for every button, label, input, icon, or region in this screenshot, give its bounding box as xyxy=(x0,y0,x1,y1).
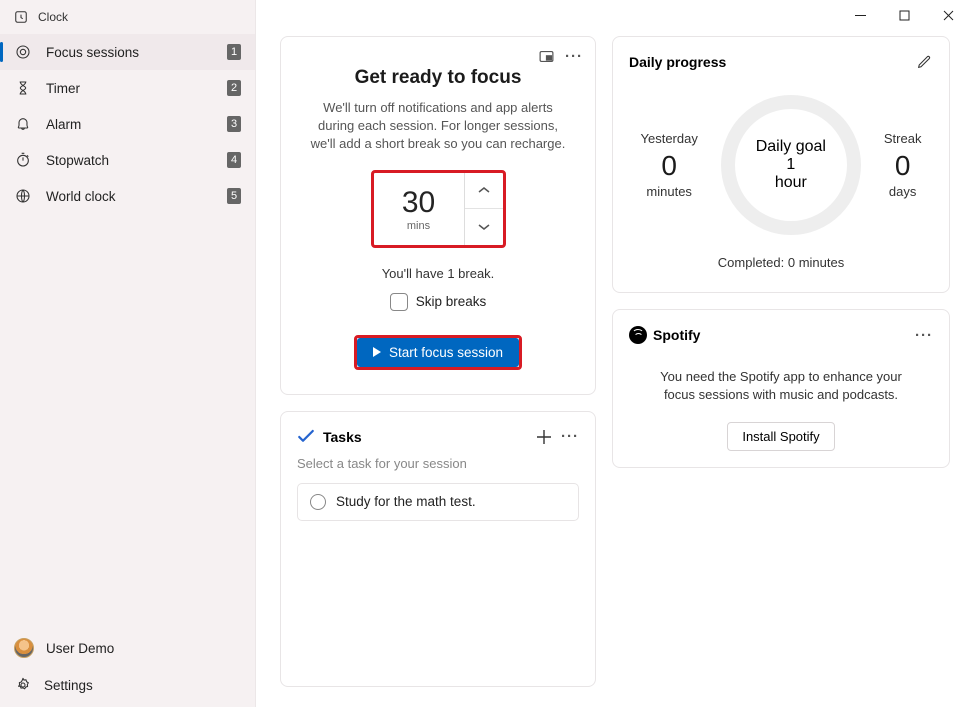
tasks-card: Tasks Select a task for your session Stu… xyxy=(280,411,596,687)
focus-subtitle: We'll turn off notifications and app ale… xyxy=(297,99,579,154)
duration-stepper: 30 mins xyxy=(371,170,506,248)
task-radio[interactable] xyxy=(310,494,326,510)
focus-card: Get ready to focus We'll turn off notifi… xyxy=(280,36,596,395)
gear-icon xyxy=(14,676,32,694)
sidebar: Clock Focus sessions 1 Timer 2 xyxy=(0,0,256,707)
skip-breaks-checkbox[interactable] xyxy=(390,293,408,311)
focus-sessions-icon xyxy=(14,43,32,61)
sidebar-bottom: User Demo Settings xyxy=(0,629,255,707)
streak-label: Streak xyxy=(884,131,922,146)
edit-daily-goal-button[interactable] xyxy=(915,53,933,71)
spotify-card: Spotify You need the Spotify app to enha… xyxy=(612,309,950,468)
shortcut-badge: 3 xyxy=(227,116,241,132)
sidebar-item-focus-sessions[interactable]: Focus sessions 1 xyxy=(0,34,255,70)
sidebar-item-settings[interactable]: Settings xyxy=(0,667,255,703)
sidebar-items: Focus sessions 1 Timer 2 Alarm 3 xyxy=(0,34,255,629)
spotify-brand-text: Spotify xyxy=(653,327,700,343)
tasks-title: Tasks xyxy=(323,429,362,445)
alarm-icon xyxy=(14,115,32,133)
sidebar-item-label: Stopwatch xyxy=(46,153,109,168)
daily-progress-title: Daily progress xyxy=(629,54,726,70)
sidebar-item-stopwatch[interactable]: Stopwatch 4 xyxy=(0,142,255,178)
minimize-button[interactable] xyxy=(838,0,882,30)
skip-breaks-row: Skip breaks xyxy=(297,293,579,311)
task-text: Study for the math test. xyxy=(336,494,476,509)
completed-text: Completed: 0 minutes xyxy=(629,255,933,270)
sidebar-item-label: Timer xyxy=(46,81,80,96)
clock-app-icon xyxy=(14,10,28,24)
sidebar-item-world-clock[interactable]: World clock 5 xyxy=(0,178,255,214)
tasks-more-options-icon[interactable] xyxy=(561,428,579,446)
start-label: Start focus session xyxy=(389,345,503,360)
spotify-brand: Spotify xyxy=(629,326,700,344)
start-button-highlight: Start focus session xyxy=(354,335,522,370)
tasks-icon xyxy=(297,428,315,446)
add-task-button[interactable] xyxy=(535,428,553,446)
user-avatar-icon xyxy=(14,638,34,658)
yesterday-value: 0 xyxy=(641,150,698,182)
picture-in-picture-icon[interactable] xyxy=(537,47,555,65)
skip-breaks-label: Skip breaks xyxy=(416,294,487,309)
duration-decrease-button[interactable] xyxy=(465,208,503,245)
play-icon xyxy=(373,347,381,357)
duration-value: 30 xyxy=(402,186,435,220)
sidebar-item-label: World clock xyxy=(46,189,116,204)
streak-stat: Streak 0 days xyxy=(884,131,922,199)
break-info-text: You'll have 1 break. xyxy=(297,266,579,281)
sidebar-item-label: Focus sessions xyxy=(46,45,139,60)
shortcut-badge: 1 xyxy=(227,44,241,60)
app-title: Clock xyxy=(38,10,68,24)
yesterday-label: Yesterday xyxy=(641,131,698,146)
daily-progress-card: Daily progress Yesterday 0 minutes Daily… xyxy=(612,36,950,293)
goal-unit: hour xyxy=(775,174,807,192)
shortcut-badge: 5 xyxy=(227,188,241,204)
sidebar-item-alarm[interactable]: Alarm 3 xyxy=(0,106,255,142)
goal-label: Daily goal xyxy=(756,138,826,156)
duration-unit: mins xyxy=(407,220,430,232)
settings-label: Settings xyxy=(44,678,93,693)
world-clock-icon xyxy=(14,187,32,205)
streak-value: 0 xyxy=(884,150,922,182)
sidebar-item-timer[interactable]: Timer 2 xyxy=(0,70,255,106)
shortcut-badge: 2 xyxy=(227,80,241,96)
yesterday-unit: minutes xyxy=(641,184,698,199)
timer-icon xyxy=(14,79,32,97)
app-title-row: Clock xyxy=(0,0,255,34)
duration-increase-button[interactable] xyxy=(465,173,503,209)
streak-unit: days xyxy=(884,184,922,199)
spotify-more-options-icon[interactable] xyxy=(915,326,933,344)
goal-value: 1 xyxy=(786,156,795,174)
duration-value-box[interactable]: 30 mins xyxy=(374,173,465,245)
stopwatch-icon xyxy=(14,151,32,169)
progress-ring: Daily goal 1 hour xyxy=(721,95,861,235)
main-area: Get ready to focus We'll turn off notifi… xyxy=(256,0,970,707)
yesterday-stat: Yesterday 0 minutes xyxy=(641,131,698,199)
focus-heading: Get ready to focus xyxy=(297,67,579,89)
install-spotify-label: Install Spotify xyxy=(742,429,819,444)
close-button[interactable] xyxy=(926,0,970,30)
titlebar xyxy=(256,0,970,30)
tasks-subtitle: Select a task for your session xyxy=(297,456,579,471)
sidebar-item-label: Alarm xyxy=(46,117,81,132)
start-focus-session-button[interactable]: Start focus session xyxy=(357,338,519,367)
task-item[interactable]: Study for the math test. xyxy=(297,483,579,521)
spotify-message: You need the Spotify app to enhance your… xyxy=(629,368,933,404)
maximize-button[interactable] xyxy=(882,0,926,30)
user-label: User Demo xyxy=(46,641,114,656)
sidebar-item-user[interactable]: User Demo xyxy=(0,629,255,667)
more-options-icon[interactable] xyxy=(565,47,583,65)
install-spotify-button[interactable]: Install Spotify xyxy=(727,422,834,451)
spotify-icon xyxy=(629,326,647,344)
shortcut-badge: 4 xyxy=(227,152,241,168)
